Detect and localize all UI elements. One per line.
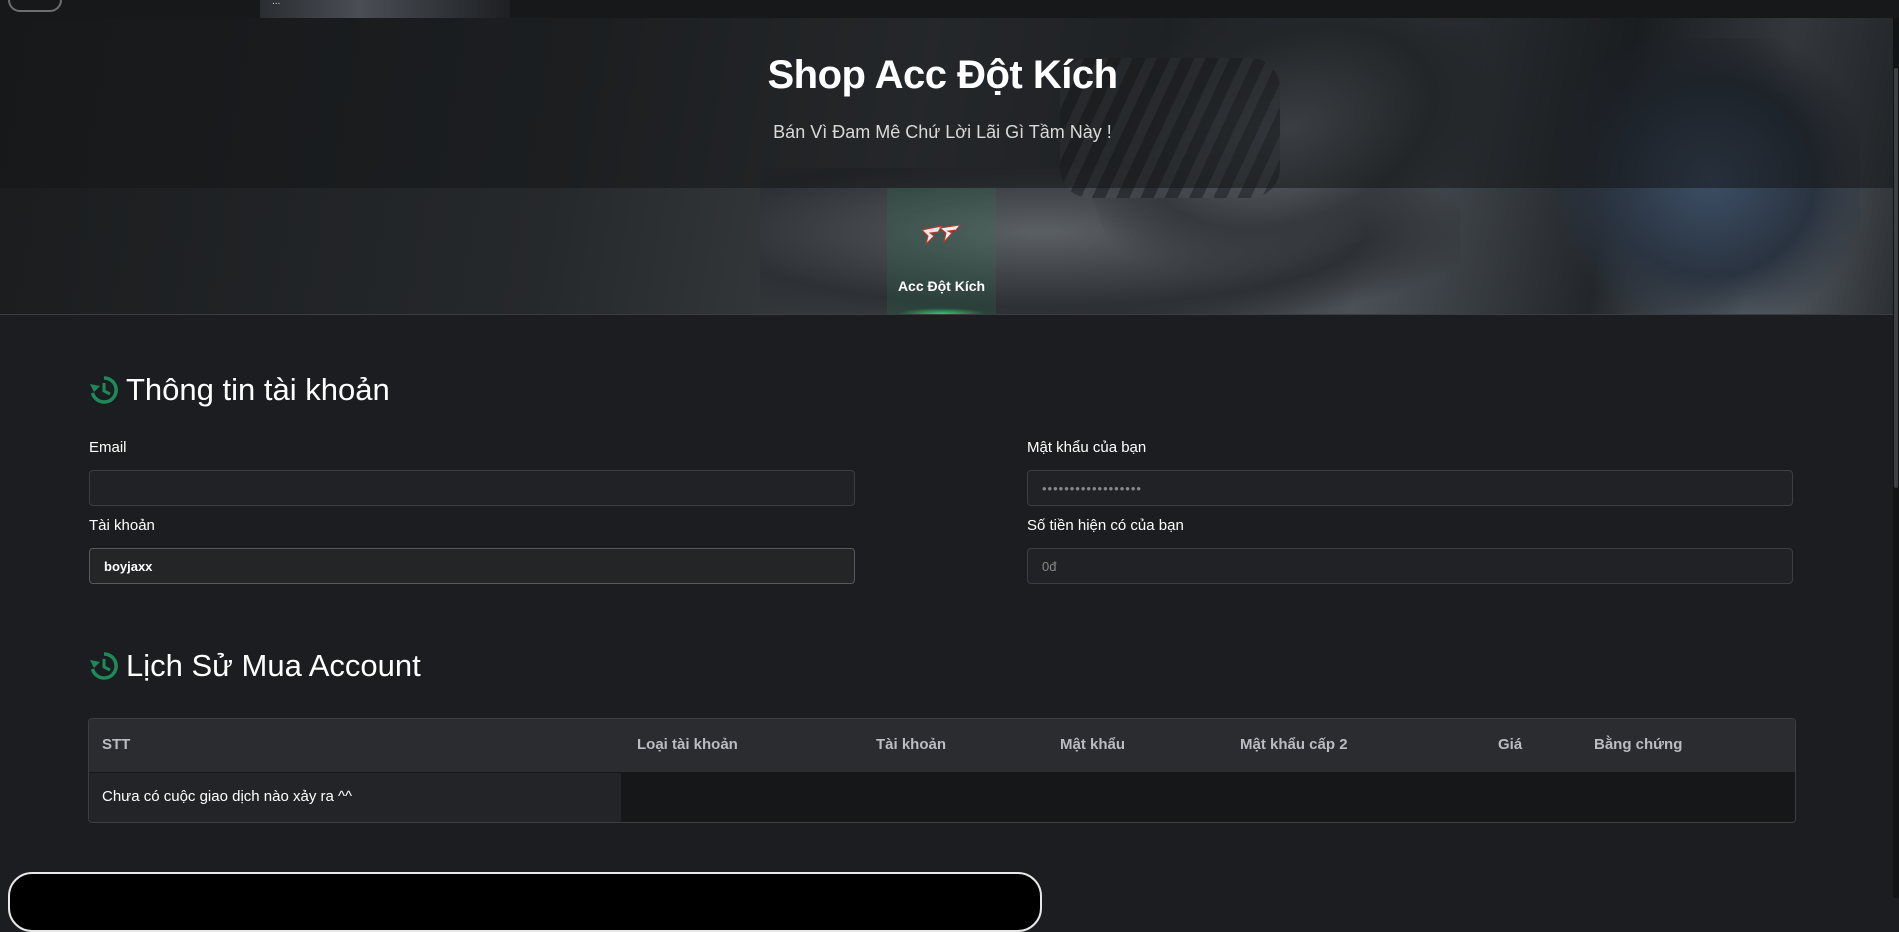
- balance-label: Số tiền hiện có của bạn: [1027, 517, 1184, 534]
- col-password[interactable]: Mật khẩu: [1060, 736, 1125, 753]
- page-subtitle: Bán Vì Đam Mê Chứ Lời Lãi Gì Tầm Này !: [773, 122, 1112, 142]
- balance-field[interactable]: 0đ: [1027, 548, 1793, 584]
- username-field[interactable]: boyjaxx: [89, 548, 855, 584]
- section-heading: Thông tin tài khoản: [126, 372, 390, 407]
- scrollbar[interactable]: [1893, 18, 1899, 898]
- username-label: Tài khoản: [89, 517, 155, 534]
- top-bar: ...: [0, 0, 1899, 18]
- bottom-panel: [8, 872, 1042, 932]
- empty-message: Chưa có cuộc giao dịch nào xảy ra ^^: [102, 788, 353, 805]
- col-account-type[interactable]: Loại tài khoản: [637, 736, 738, 753]
- password-field[interactable]: ••••••••••••••••••: [1027, 470, 1793, 506]
- tab-label: Acc Đột Kích: [897, 278, 986, 294]
- col-price[interactable]: Giá: [1498, 736, 1522, 753]
- section-heading: Lịch Sử Mua Account: [126, 648, 421, 683]
- history-icon: [90, 376, 118, 404]
- hero-banner: Shop Acc Đột Kích Bán Vì Đam Mê Chứ Lời …: [0, 18, 1899, 314]
- page-title: Shop Acc Đột Kích: [767, 53, 1118, 97]
- col-stt[interactable]: STT: [102, 736, 130, 753]
- thumbnail-caption: ...: [272, 0, 281, 7]
- history-section-title: Lịch Sử Mua Account: [88, 648, 421, 684]
- purchase-history-table: STT Loại tài khoản Tài khoản Mật khẩu Mậ…: [88, 718, 1796, 823]
- account-section-title: Thông tin tài khoản: [88, 372, 390, 408]
- history-icon: [90, 652, 118, 680]
- table-row: Chưa có cuộc giao dịch nào xảy ra ^^: [89, 773, 621, 822]
- table-header: STT Loại tài khoản Tài khoản Mật khẩu Mậ…: [89, 719, 1795, 772]
- crossfire-logo-icon: [920, 224, 962, 246]
- divider: [0, 314, 1899, 315]
- email-field[interactable]: [89, 470, 855, 506]
- tab-acc-dot-kich[interactable]: Acc Đột Kích: [887, 188, 996, 314]
- col-proof[interactable]: Bằng chứng: [1594, 736, 1682, 753]
- password-label: Mật khẩu của bạn: [1027, 439, 1147, 456]
- site-logo[interactable]: [8, 0, 62, 12]
- scrollbar-thumb[interactable]: [1894, 68, 1898, 488]
- col-account[interactable]: Tài khoản: [876, 736, 946, 753]
- col-password-level2[interactable]: Mật khẩu cấp 2: [1240, 736, 1348, 753]
- banner-thumbnail[interactable]: ...: [260, 0, 510, 18]
- email-label: Email: [89, 439, 127, 456]
